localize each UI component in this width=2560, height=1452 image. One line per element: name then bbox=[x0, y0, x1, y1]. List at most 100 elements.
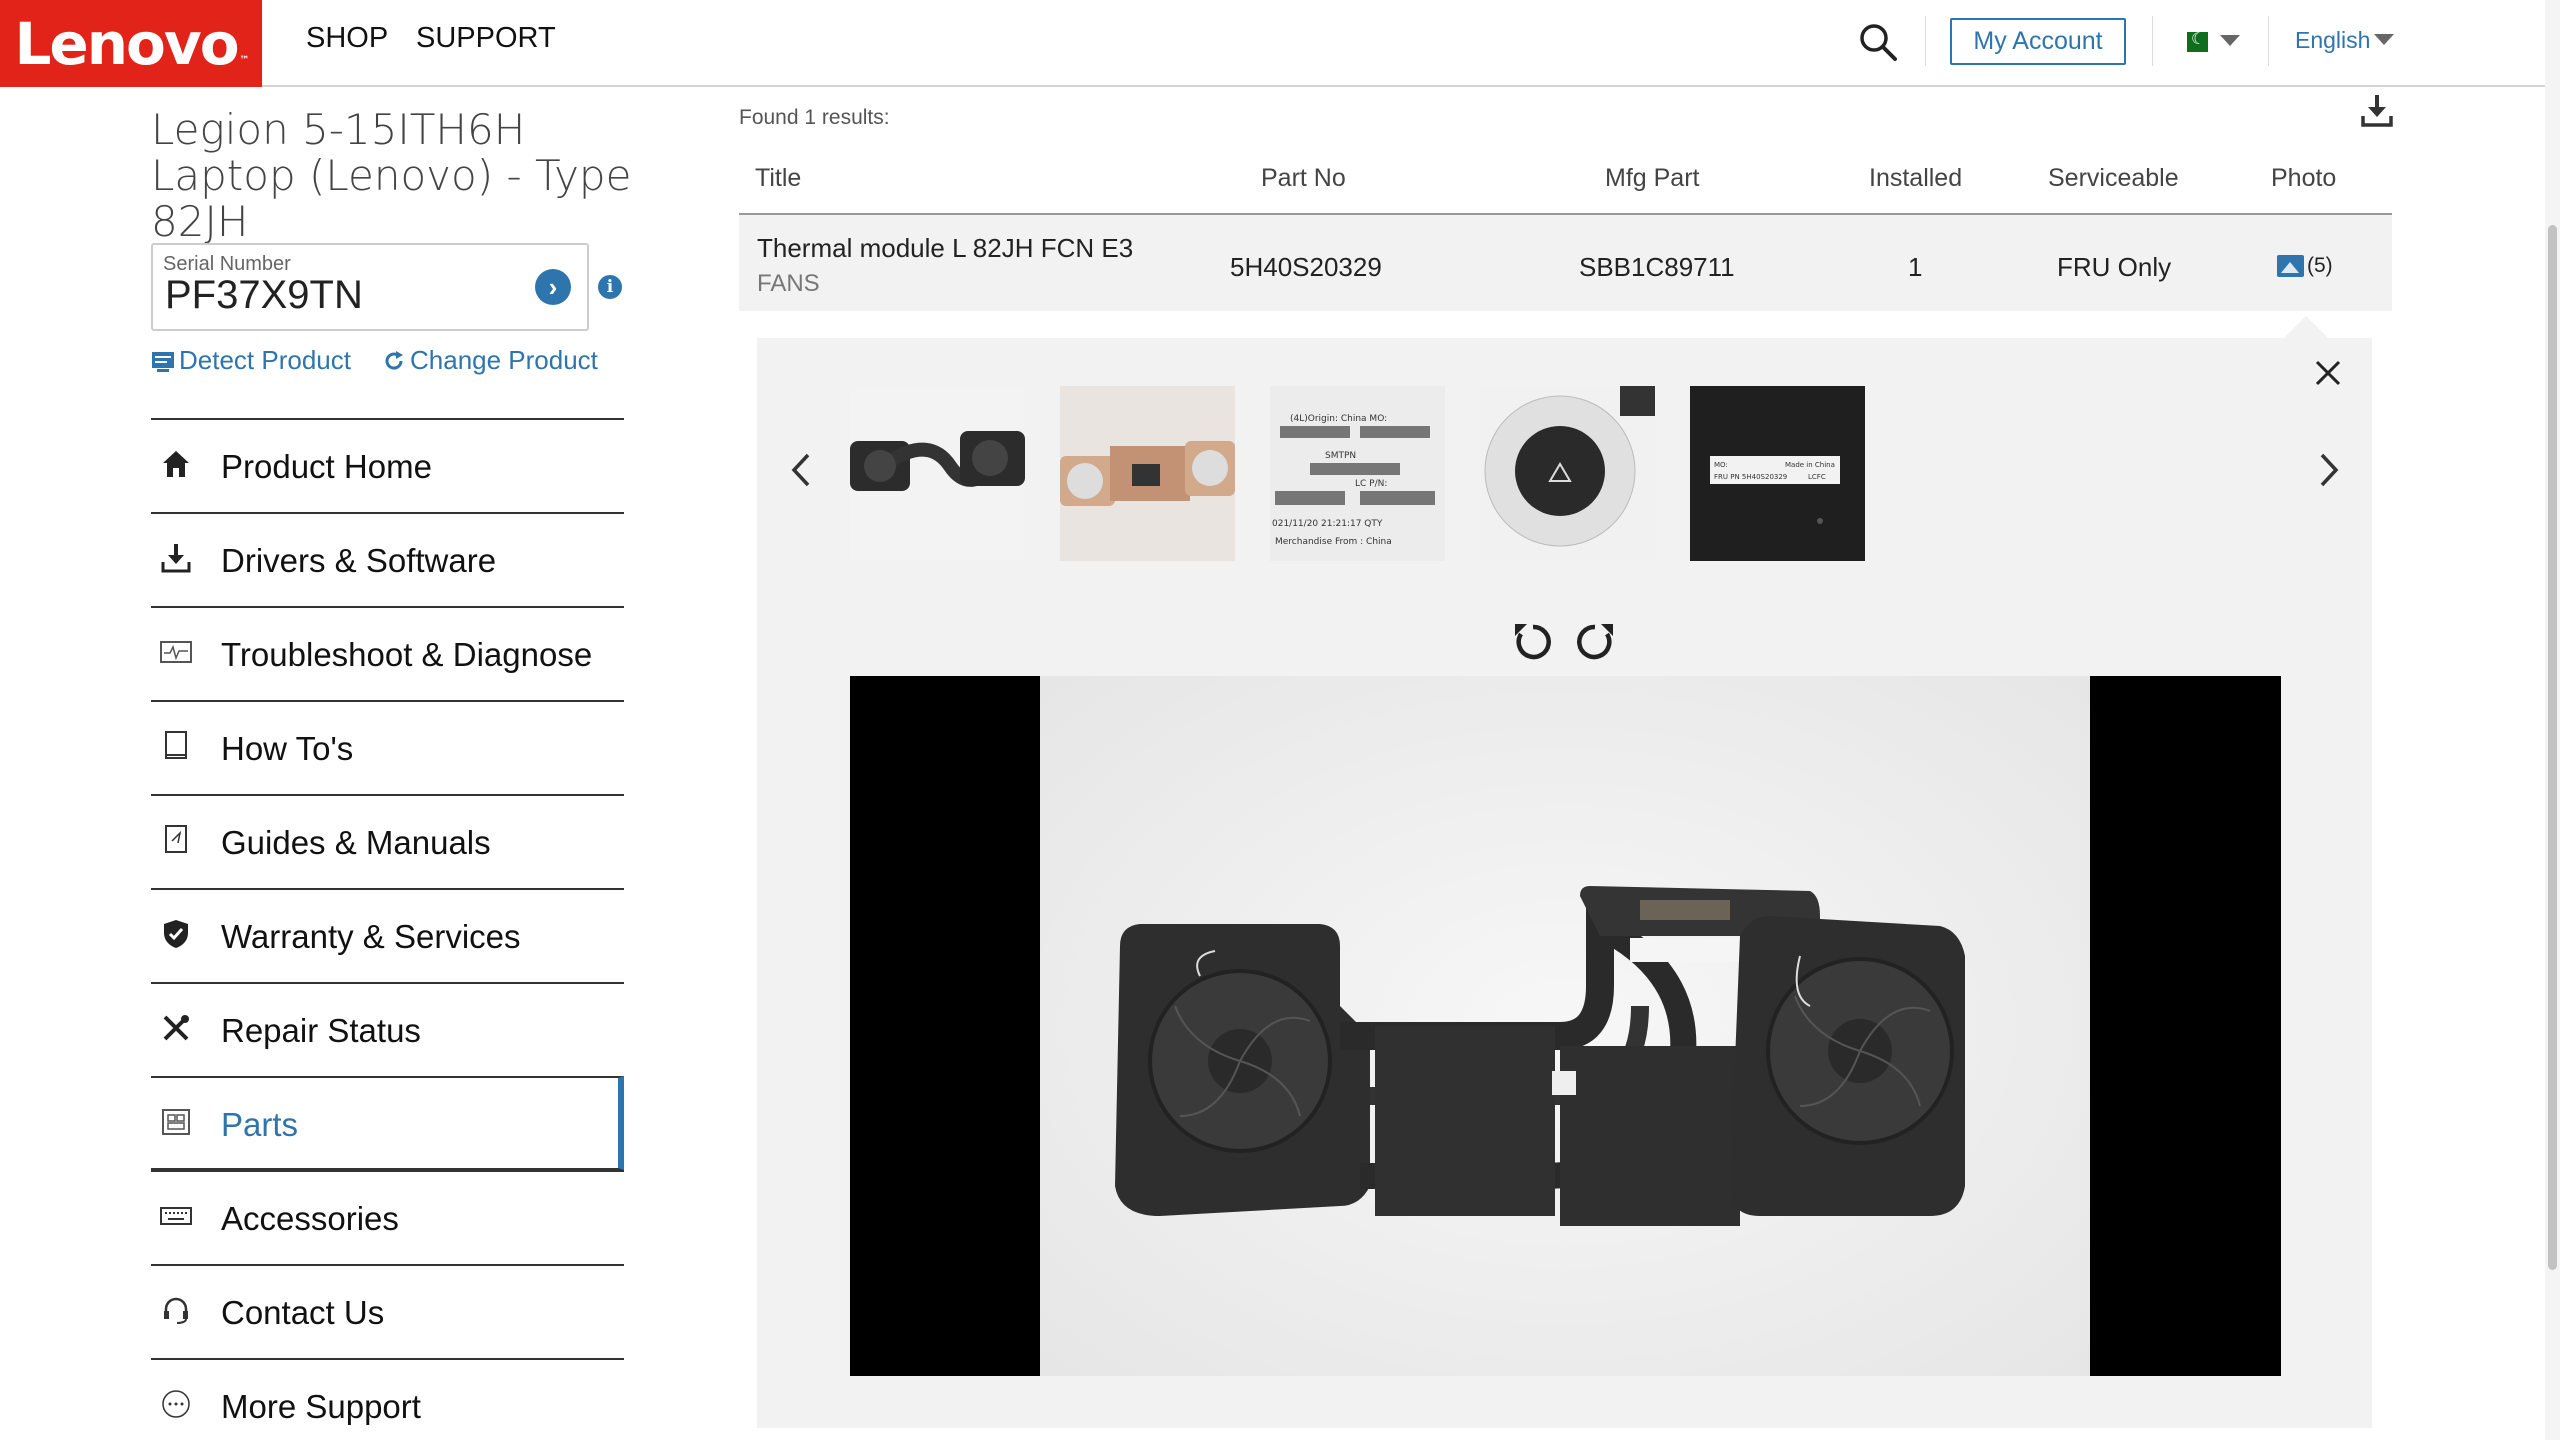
photo-count[interactable]: (5) bbox=[2307, 254, 2333, 278]
sidebar-navigation: Product Home Drivers & Software Troubles… bbox=[151, 418, 624, 1452]
sidebar-item-label: Warranty & Services bbox=[221, 918, 521, 955]
thumb-label-text: LC P/N: bbox=[1355, 479, 1387, 489]
thumbnail-4[interactable] bbox=[1480, 386, 1655, 561]
close-icon[interactable] bbox=[2313, 358, 2343, 388]
chevron-left-icon[interactable] bbox=[786, 450, 816, 490]
table-row[interactable]: Thermal module L 82JH FCN E3 FANS 5H40S2… bbox=[739, 215, 2392, 311]
column-header-mfg-part[interactable]: Mfg Part bbox=[1605, 164, 1699, 193]
column-header-title[interactable]: Title bbox=[755, 164, 801, 193]
sidebar-item-label: Product Home bbox=[221, 448, 432, 485]
part-number: 5H40S20329 bbox=[1230, 252, 1382, 282]
change-product-link[interactable]: Change Product bbox=[382, 345, 598, 376]
sidebar-item-label: More Support bbox=[221, 1388, 421, 1425]
photo-icon[interactable] bbox=[2277, 255, 2304, 277]
thumbnail-1[interactable] bbox=[850, 386, 1025, 561]
sidebar-item-label: Guides & Manuals bbox=[221, 824, 491, 861]
parts-table-header: Title Part No Mfg Part Installed Service… bbox=[739, 150, 2392, 215]
logo-text: Lenovo bbox=[14, 9, 239, 78]
sidebar-item-label: Troubleshoot & Diagnose bbox=[221, 636, 593, 673]
sidebar-item-accessories[interactable]: Accessories bbox=[151, 1170, 624, 1264]
panel-pointer bbox=[2284, 316, 2328, 338]
sidebar-item-label: Repair Status bbox=[221, 1012, 421, 1049]
top-navigation-bar: Lenovo™ SHOP SUPPORT My Account English bbox=[0, 0, 2545, 87]
language-selector[interactable]: English bbox=[2295, 27, 2370, 54]
sidebar-item-label: Drivers & Software bbox=[221, 542, 497, 579]
lenovo-logo[interactable]: Lenovo ™ bbox=[0, 0, 262, 87]
sidebar-item-warranty[interactable]: Warranty & Services bbox=[151, 888, 624, 982]
headset-icon bbox=[159, 1293, 193, 1327]
thumb-label-text: (4L)Origin: China MO: bbox=[1290, 414, 1387, 424]
thumb-label-text: Made in China bbox=[1785, 461, 1835, 469]
change-product-label: Change Product bbox=[410, 345, 598, 375]
column-header-photo[interactable]: Photo bbox=[2271, 164, 2336, 193]
info-icon[interactable]: i bbox=[598, 275, 622, 299]
sidebar-item-repair-status[interactable]: Repair Status bbox=[151, 982, 624, 1076]
thumbnail-2[interactable] bbox=[1060, 386, 1235, 561]
book-icon bbox=[159, 729, 193, 763]
sidebar-item-troubleshoot[interactable]: Troubleshoot & Diagnose bbox=[151, 606, 624, 700]
sidebar-item-label: Parts bbox=[221, 1106, 299, 1143]
logo-trademark: ™ bbox=[239, 55, 250, 66]
sidebar-item-parts[interactable]: Parts bbox=[151, 1076, 624, 1170]
thumb-label-text: FRU PN 5H40S20329 bbox=[1714, 473, 1787, 481]
sidebar-item-more-support[interactable]: More Support bbox=[151, 1358, 624, 1452]
nav-support-link[interactable]: SUPPORT bbox=[416, 22, 556, 55]
rotate-right-icon[interactable] bbox=[1573, 620, 1617, 664]
installed-count: 1 bbox=[1908, 252, 1923, 282]
sidebar-item-label: Accessories bbox=[221, 1200, 399, 1237]
detect-product-label: Detect Product bbox=[179, 345, 351, 375]
serial-submit-button[interactable]: › bbox=[535, 269, 571, 305]
thumb-label-text: Merchandise From : China bbox=[1275, 537, 1392, 547]
sidebar-item-label: How To's bbox=[221, 730, 354, 767]
download-icon bbox=[159, 541, 193, 575]
parts-icon bbox=[159, 1105, 193, 1139]
scrollbar-thumb[interactable] bbox=[2548, 225, 2557, 1270]
sidebar-item-guides-manuals[interactable]: Guides & Manuals bbox=[151, 794, 624, 888]
column-header-part-no[interactable]: Part No bbox=[1261, 164, 1346, 193]
diagnose-icon bbox=[159, 635, 193, 669]
thumbnail-5[interactable]: MO: FRU PN 5H40S20329 Made in China LCFC bbox=[1690, 386, 1865, 561]
divider bbox=[2268, 16, 2269, 66]
search-icon[interactable] bbox=[1858, 22, 1898, 62]
part-category: FANS bbox=[757, 270, 820, 297]
thumb-label-text: LCFC bbox=[1808, 473, 1826, 481]
detect-product-link[interactable]: Detect Product bbox=[151, 345, 351, 376]
results-count: Found 1 results: bbox=[739, 106, 890, 129]
thermal-module-photo bbox=[1040, 676, 2090, 1376]
serial-number-value[interactable]: PF37X9TN bbox=[165, 273, 363, 318]
thumb-label-text: 021/11/20 21:21:17 QTY bbox=[1272, 519, 1383, 529]
column-header-installed[interactable]: Installed bbox=[1869, 164, 1962, 193]
sidebar-item-product-home[interactable]: Product Home bbox=[151, 418, 624, 512]
rotate-left-icon[interactable] bbox=[1511, 620, 1555, 664]
column-header-serviceable[interactable]: Serviceable bbox=[2048, 164, 2179, 193]
main-photo-viewer[interactable] bbox=[850, 676, 2281, 1376]
my-account-button[interactable]: My Account bbox=[1950, 18, 2126, 65]
home-icon bbox=[159, 447, 193, 481]
refresh-icon bbox=[385, 350, 403, 370]
page-scrollbar[interactable] bbox=[2545, 0, 2560, 1440]
sidebar-item-contact-us[interactable]: Contact Us bbox=[151, 1264, 624, 1358]
sidebar-item-label: Contact Us bbox=[221, 1294, 385, 1331]
divider bbox=[2152, 16, 2153, 66]
divider bbox=[1925, 16, 1926, 66]
tools-icon bbox=[159, 1011, 193, 1045]
chevron-right-icon[interactable] bbox=[2314, 450, 2344, 490]
detect-icon bbox=[152, 351, 174, 372]
country-flag-icon[interactable] bbox=[2180, 29, 2208, 52]
thumbnail-3[interactable]: (4L)Origin: China MO: SMTPN LC P/N: 021/… bbox=[1270, 386, 1445, 561]
mfg-part-number: SBB1C89711 bbox=[1579, 252, 1735, 282]
chevron-down-icon[interactable] bbox=[2220, 35, 2240, 46]
sidebar-item-drivers-software[interactable]: Drivers & Software bbox=[151, 512, 624, 606]
product-title: Legion 5-15ITH6H Laptop (Lenovo) - Type … bbox=[151, 105, 632, 246]
part-title: Thermal module L 82JH FCN E3 bbox=[757, 233, 1134, 263]
thumb-label-text: SMTPN bbox=[1325, 451, 1356, 461]
thumb-label-text: MO: bbox=[1714, 461, 1728, 469]
manual-icon bbox=[159, 823, 193, 857]
more-icon bbox=[159, 1387, 193, 1421]
serial-number-field[interactable]: Serial Number PF37X9TN › bbox=[151, 243, 589, 331]
shield-icon bbox=[159, 917, 193, 951]
sidebar-item-how-tos[interactable]: How To's bbox=[151, 700, 624, 794]
download-icon[interactable] bbox=[2361, 94, 2393, 128]
nav-shop-link[interactable]: SHOP bbox=[306, 22, 388, 55]
chevron-down-icon[interactable] bbox=[2374, 34, 2394, 45]
